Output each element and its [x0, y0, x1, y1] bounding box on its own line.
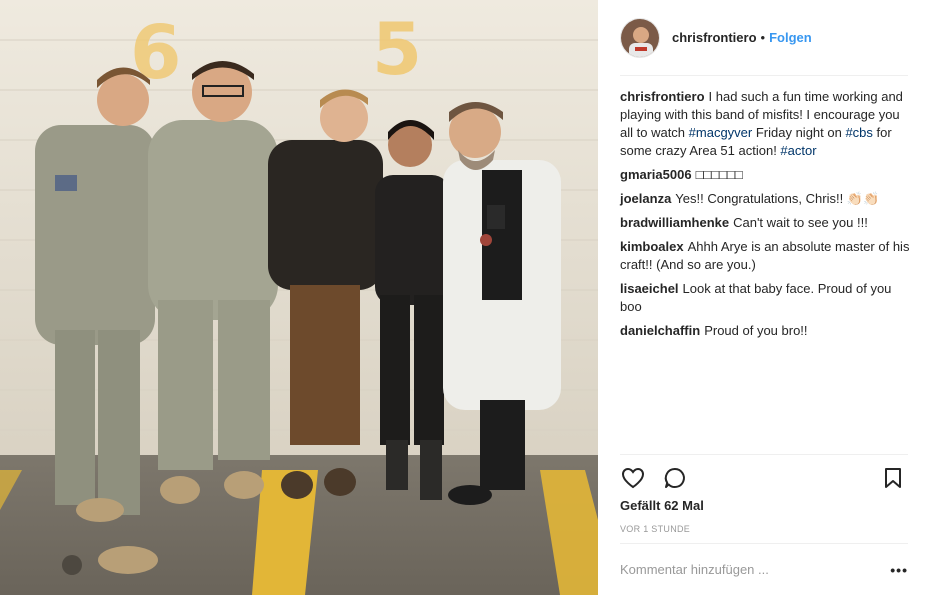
author-username[interactable]: chrisfrontiero [672, 30, 757, 45]
hashtag-cbs[interactable]: #cbs [845, 125, 872, 140]
instagram-post: 6 5 chrisfrontiero • Folgen chrisfrontie… [0, 0, 930, 595]
comment-text: Yes!! Congratulations, Chris!! 👏🏻👏🏻 [675, 191, 880, 206]
post-side-panel: chrisfrontiero • Folgen chrisfrontiero I … [598, 0, 930, 595]
comment-username[interactable]: joelanza [620, 191, 671, 206]
heart-icon[interactable] [620, 465, 646, 491]
comment-input[interactable] [620, 562, 860, 577]
comment-username[interactable]: kimboalex [620, 239, 684, 254]
hashtag-actor[interactable]: #actor [780, 143, 816, 158]
comment-item: gmaria5006 □□□□□□ [620, 166, 910, 184]
caption-text-2: Friday night on [752, 125, 846, 140]
add-comment-bar: ••• [620, 543, 908, 595]
likes-count[interactable]: Gefällt 62 Mal [620, 498, 704, 513]
author-avatar[interactable] [620, 17, 660, 58]
comment-item: lisaeichel Look at that baby face. Proud … [620, 280, 910, 316]
comment-item: danielchaffin Proud of you bro!! [620, 322, 910, 340]
post-actions [620, 454, 908, 500]
post-photo[interactable]: 6 5 [0, 0, 598, 595]
comment-icon[interactable] [662, 465, 688, 491]
header-separator: • [760, 30, 766, 45]
hashtag-macgyver[interactable]: #macgyver [689, 125, 753, 140]
comments-list: chrisfrontiero I had such a fun time work… [620, 88, 910, 346]
person-soldier-right [148, 61, 278, 504]
caption: chrisfrontiero I had such a fun time work… [620, 88, 910, 160]
comment-username[interactable]: lisaeichel [620, 281, 679, 296]
post-header: chrisfrontiero • Folgen [620, 0, 908, 76]
bookmark-icon[interactable] [880, 465, 906, 491]
follow-button[interactable]: Folgen [769, 30, 812, 45]
caption-username[interactable]: chrisfrontiero [620, 89, 705, 104]
comment-username[interactable]: gmaria5006 [620, 167, 692, 182]
more-options-icon[interactable]: ••• [890, 562, 908, 578]
comment-username[interactable]: danielchaffin [620, 323, 700, 338]
post-photo-illustration: 6 5 [0, 0, 598, 595]
wall-number-5: 5 [372, 7, 422, 91]
comment-text: Can't wait to see you !!! [733, 215, 868, 230]
comment-username[interactable]: bradwilliamhenke [620, 215, 729, 230]
comment-item: joelanza Yes!! Congratulations, Chris!! 👏… [620, 190, 910, 208]
avatar-image [621, 18, 659, 57]
comment-text: Proud of you bro!! [704, 323, 808, 338]
comment-item: bradwilliamhenke Can't wait to see you !!… [620, 214, 910, 232]
comment-text: □□□□□□ [695, 167, 743, 182]
comment-item: kimboalex Ahhh Arye is an absolute master… [620, 238, 910, 274]
post-timestamp[interactable]: VOR 1 STUNDE [620, 524, 690, 534]
